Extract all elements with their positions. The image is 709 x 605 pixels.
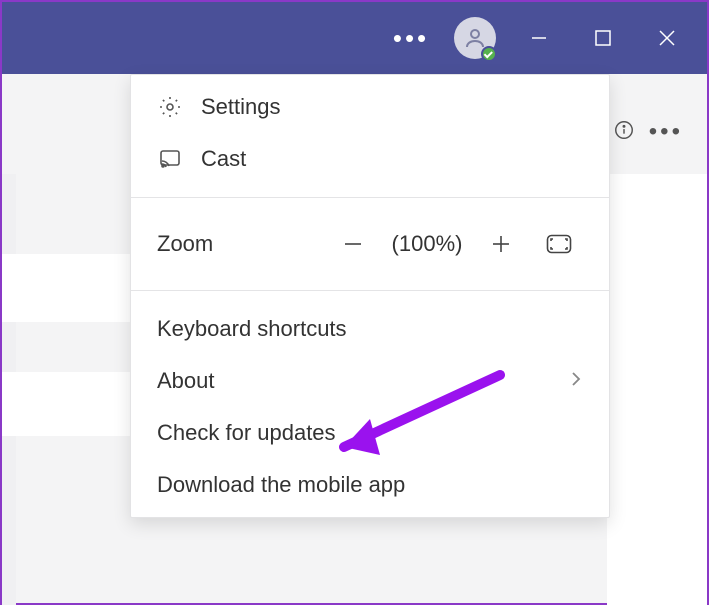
menu-item-label: About [157, 368, 551, 394]
zoom-label: Zoom [157, 231, 247, 257]
menu-separator [131, 290, 609, 291]
ellipsis-icon: ••• [393, 23, 429, 54]
titlebar-right: ••• [379, 2, 699, 74]
maximize-button[interactable] [571, 2, 635, 74]
minimize-icon [529, 28, 549, 48]
menu-item-label: Settings [201, 94, 583, 120]
maximize-icon [594, 29, 612, 47]
minimize-button[interactable] [507, 2, 571, 74]
menu-item-keyboard-shortcuts[interactable]: Keyboard shortcuts [131, 303, 609, 355]
menu-item-cast[interactable]: Cast [131, 133, 609, 185]
settings-menu: Settings Cast Zoom (100%) [130, 74, 610, 518]
menu-item-label: Download the mobile app [157, 472, 583, 498]
menu-item-download-mobile-app[interactable]: Download the mobile app [131, 459, 609, 511]
header-actions: ••• [613, 118, 683, 146]
menu-item-about[interactable]: About [131, 355, 609, 407]
menu-separator [131, 197, 609, 198]
app-window: ••• [0, 0, 709, 605]
zoom-out-button[interactable] [329, 220, 377, 268]
minus-icon [342, 233, 364, 255]
titlebar: ••• [2, 2, 707, 74]
fullscreen-button[interactable] [535, 220, 583, 268]
plus-icon [490, 233, 512, 255]
menu-item-settings[interactable]: Settings [131, 81, 609, 133]
close-button[interactable] [635, 2, 699, 74]
bg-panel [607, 174, 707, 605]
fullscreen-icon [546, 234, 572, 254]
menu-item-label: Keyboard shortcuts [157, 316, 583, 342]
ellipsis-icon[interactable]: ••• [649, 118, 683, 146]
zoom-row: Zoom (100%) [131, 204, 609, 284]
info-icon[interactable] [613, 119, 635, 146]
chevron-right-icon [569, 368, 583, 394]
close-icon [657, 28, 677, 48]
more-options-button[interactable]: ••• [379, 2, 443, 74]
profile-button[interactable] [443, 2, 507, 74]
presence-available-icon [481, 46, 497, 62]
cast-icon [157, 147, 183, 171]
menu-item-check-for-updates[interactable]: Check for updates [131, 407, 609, 459]
zoom-value: (100%) [377, 231, 477, 257]
bg-panel [2, 254, 130, 322]
gear-icon [157, 95, 183, 119]
bg-panel [2, 372, 130, 436]
menu-item-label: Check for updates [157, 420, 583, 446]
menu-item-label: Cast [201, 146, 583, 172]
zoom-in-button[interactable] [477, 220, 525, 268]
